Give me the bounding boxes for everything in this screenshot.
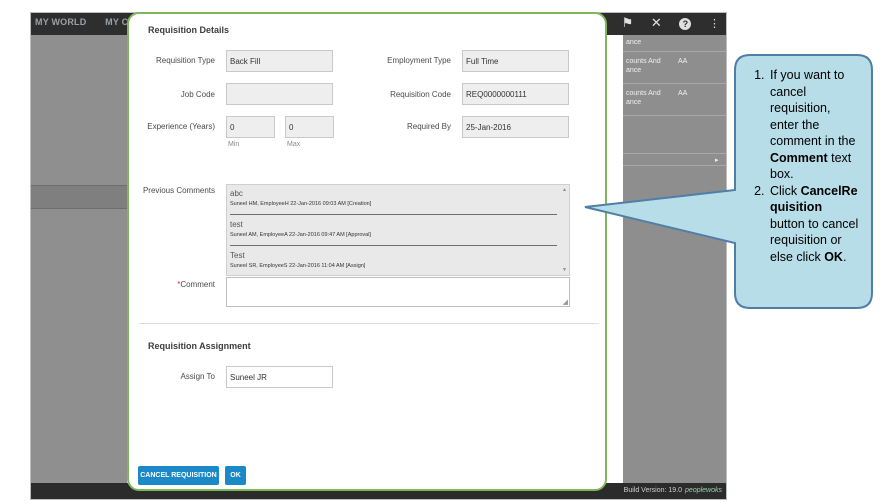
instruction-step-1: If you want to cancel requisition, enter… xyxy=(768,67,860,183)
callout-instructions: If you want to cancel requisition, enter… xyxy=(742,67,860,265)
screen: MY WORLD MY COMPA ⚑ ✕ ? ⋮ ance counts An… xyxy=(0,0,880,503)
step2-bold-ok: OK xyxy=(824,249,843,264)
step1-bold: Comment xyxy=(770,150,828,165)
step1-text: If you want to cancel requisition, enter… xyxy=(770,68,856,148)
instruction-step-2: Click CancelRequisition button to cancel… xyxy=(768,183,860,266)
step2-text: Click xyxy=(770,183,801,198)
instruction-list: If you want to cancel requisition, enter… xyxy=(742,67,860,265)
step2-text-end: . xyxy=(842,249,847,264)
